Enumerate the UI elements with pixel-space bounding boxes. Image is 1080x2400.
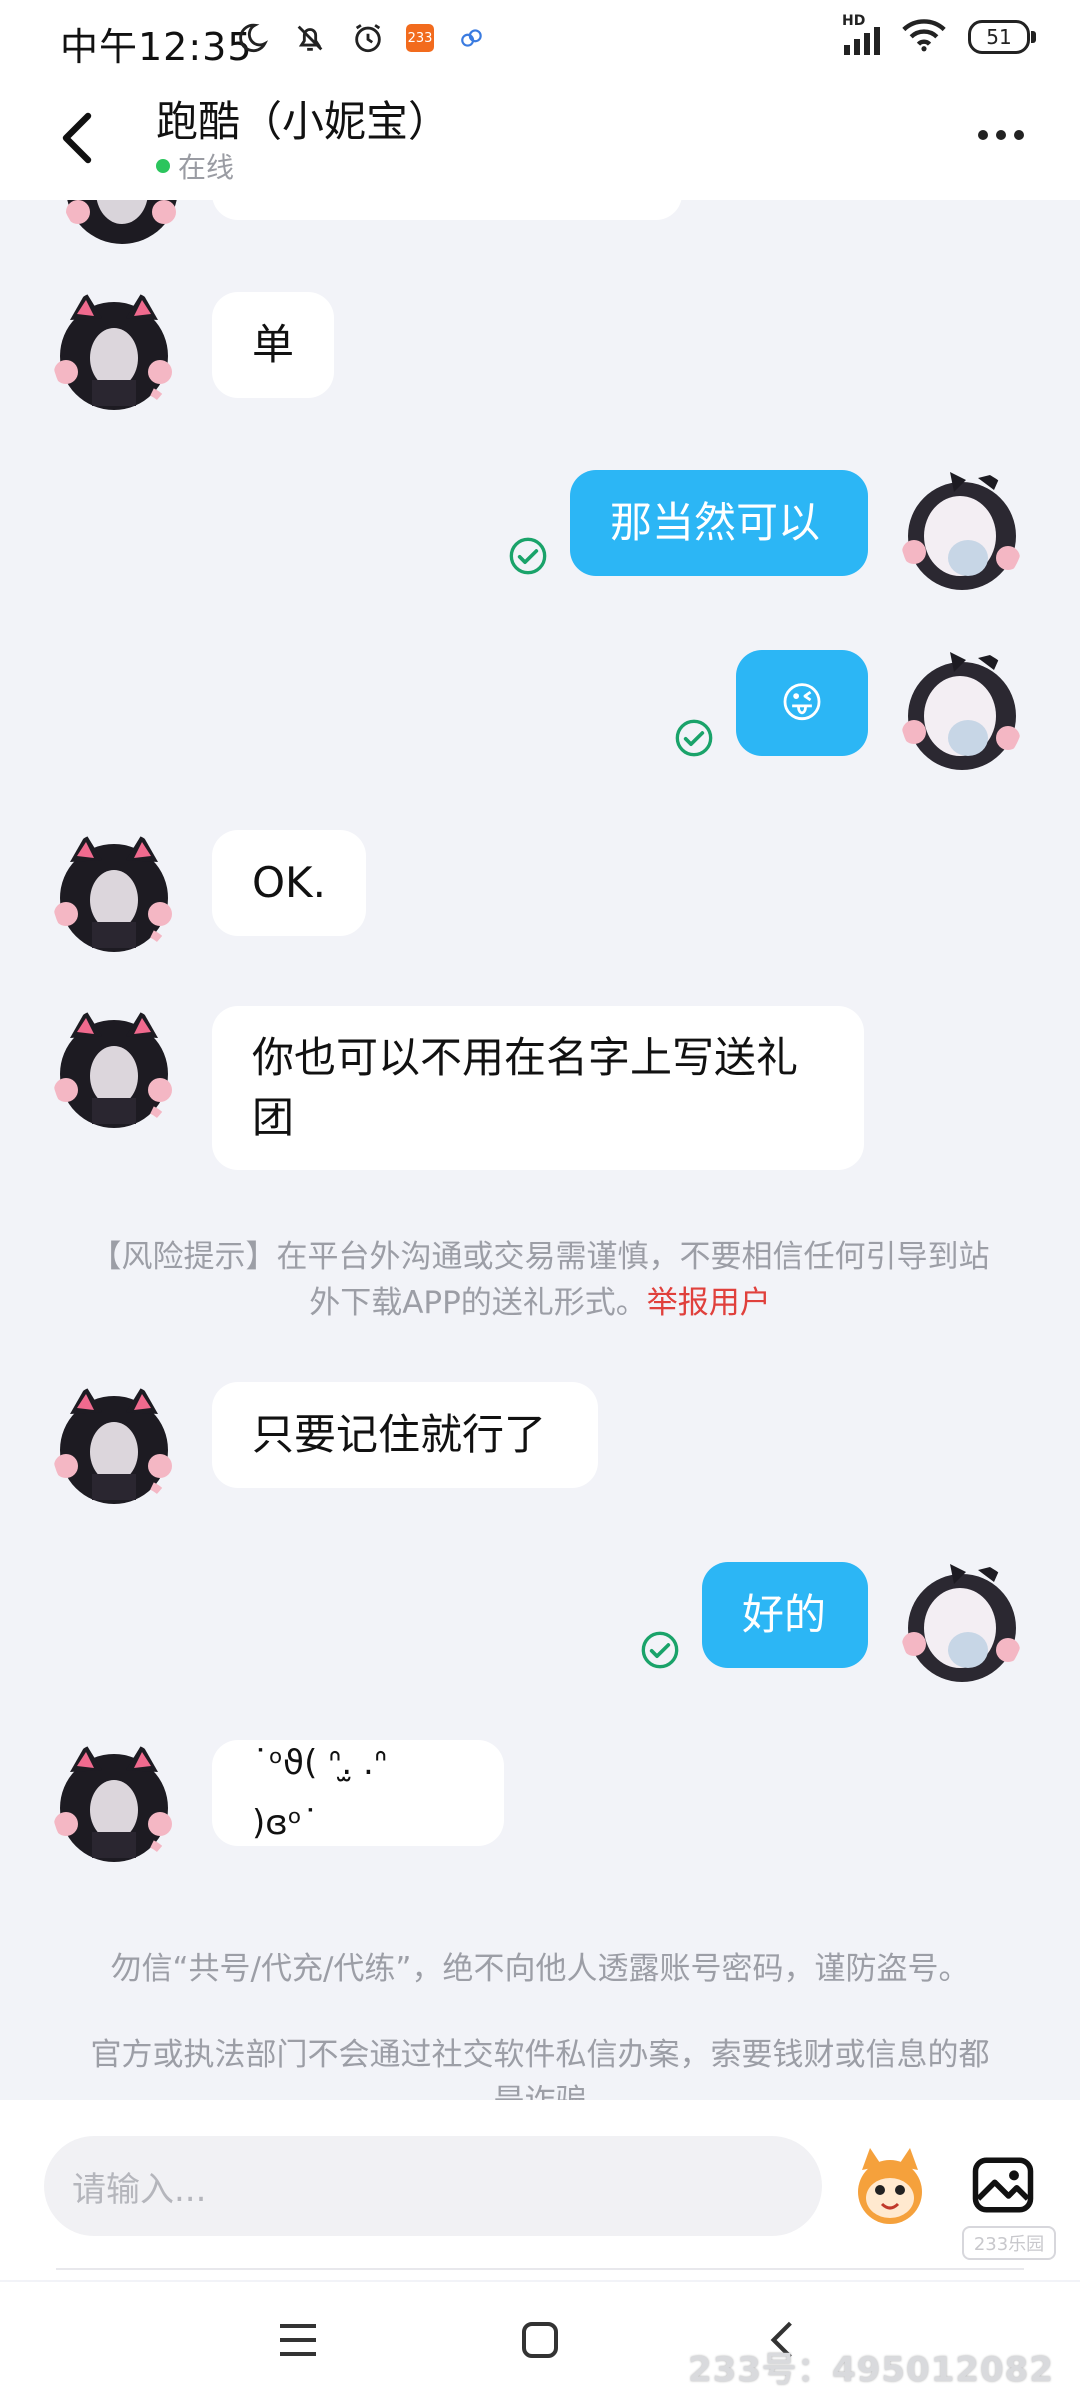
more-options-button[interactable] xyxy=(978,130,1024,140)
back-button[interactable] xyxy=(56,108,96,168)
watermark-text: 233号：495012082 xyxy=(688,2350,1054,2390)
status-icons-right: HD 51 xyxy=(842,13,1036,56)
more-dot-icon xyxy=(978,130,988,140)
online-status: 在线 xyxy=(156,146,234,186)
message-bubble-incoming[interactable]: 单 xyxy=(212,292,334,398)
cloud-app-icon xyxy=(452,18,492,58)
online-status-label: 在线 xyxy=(178,151,235,184)
chevron-left-icon xyxy=(62,112,92,164)
read-check-icon xyxy=(674,718,714,758)
wifi-icon xyxy=(902,18,946,56)
more-dot-icon xyxy=(1014,130,1024,140)
menu-icon xyxy=(280,2324,316,2356)
message-bubble-outgoing[interactable]: 😜 xyxy=(736,650,868,756)
chat-title[interactable]: 跑酷（小妮宝） xyxy=(156,88,450,149)
my-avatar[interactable] xyxy=(900,468,1024,598)
message-input[interactable]: 请输入... xyxy=(44,2136,822,2236)
message-bubble-incoming[interactable]: ˙ᵒϑ( ᐢ.̫ .ᐢ )ɞᵒ˙ xyxy=(212,1740,504,1846)
contact-avatar[interactable] xyxy=(52,1382,176,1512)
message-input-bar: 请输入... xyxy=(0,2100,1080,2280)
status-bar: 中午12:35 233 HD 51 xyxy=(0,0,1080,82)
message-bubble-incoming[interactable]: 你也可以不用在名字上写送礼团 xyxy=(212,1006,864,1170)
alarm-icon xyxy=(348,18,388,58)
moon-icon xyxy=(232,18,272,58)
mascot-emoji-icon xyxy=(858,2148,922,2224)
watermark-logo: 233乐园 xyxy=(962,2226,1056,2260)
more-dot-icon xyxy=(996,130,1006,140)
status-icons-left: 233 xyxy=(232,18,492,58)
chat-header: 跑酷（小妮宝） 在线 xyxy=(0,82,1080,200)
contact-avatar[interactable] xyxy=(52,1006,176,1136)
risk-notice: 【风险提示】在平台外沟通或交易需谨慎，不要相信任何引导到站外下载APP的送礼形式… xyxy=(80,1234,1000,1326)
fraud-notice: 官方或执法部门不会通过社交软件私信办案，索要钱财或信息的都是诈骗 xyxy=(90,2037,990,2100)
contact-avatar[interactable] xyxy=(52,1740,176,1870)
contact-avatar[interactable] xyxy=(60,200,184,250)
report-user-link[interactable]: 举报用户 xyxy=(647,1285,771,1321)
menu-button[interactable] xyxy=(268,2310,328,2370)
my-avatar[interactable] xyxy=(900,1560,1024,1690)
image-icon xyxy=(972,2157,1034,2213)
battery-icon: 51 xyxy=(968,20,1036,54)
message-bubble-outgoing[interactable]: 好的 xyxy=(702,1562,868,1668)
bell-off-icon xyxy=(290,18,330,58)
online-dot-icon xyxy=(156,159,170,173)
divider xyxy=(56,2268,1024,2270)
my-avatar[interactable] xyxy=(900,648,1024,778)
home-button[interactable] xyxy=(510,2310,570,2370)
chat-message-list[interactable]: 单 那当然可以 😜 OK. 你也可以不用在名字上写送礼团 【风险提示】在平台外沟… xyxy=(0,200,1080,2100)
message-bubble-incoming[interactable]: 只要记住就行了 xyxy=(212,1382,598,1488)
emoji-button[interactable] xyxy=(848,2146,932,2230)
signal-icon: HD xyxy=(842,13,880,55)
network-type-label: HD xyxy=(842,13,866,29)
read-check-icon xyxy=(640,1630,680,1670)
security-notice: 勿信“共号/代充/代练”，绝不向他人透露账号密码，谨防盗号。 xyxy=(110,1951,970,1987)
status-time: 中午12:35 xyxy=(60,25,253,69)
message-bubble-outgoing[interactable]: 那当然可以 xyxy=(570,470,868,576)
message-bubble-incoming[interactable] xyxy=(212,200,682,220)
contact-avatar[interactable] xyxy=(52,830,176,960)
message-bubble-incoming[interactable]: OK. xyxy=(212,830,366,936)
contact-avatar[interactable] xyxy=(52,288,176,418)
risk-notice-text: 【风险提示】在平台外沟通或交易需谨慎，不要相信任何引导到站外下载APP的送礼形式… xyxy=(90,1239,990,1321)
home-square-icon xyxy=(522,2322,558,2358)
read-check-icon xyxy=(508,536,548,576)
app-233-icon: 233 xyxy=(406,24,434,52)
image-picker-button[interactable] xyxy=(970,2152,1036,2218)
